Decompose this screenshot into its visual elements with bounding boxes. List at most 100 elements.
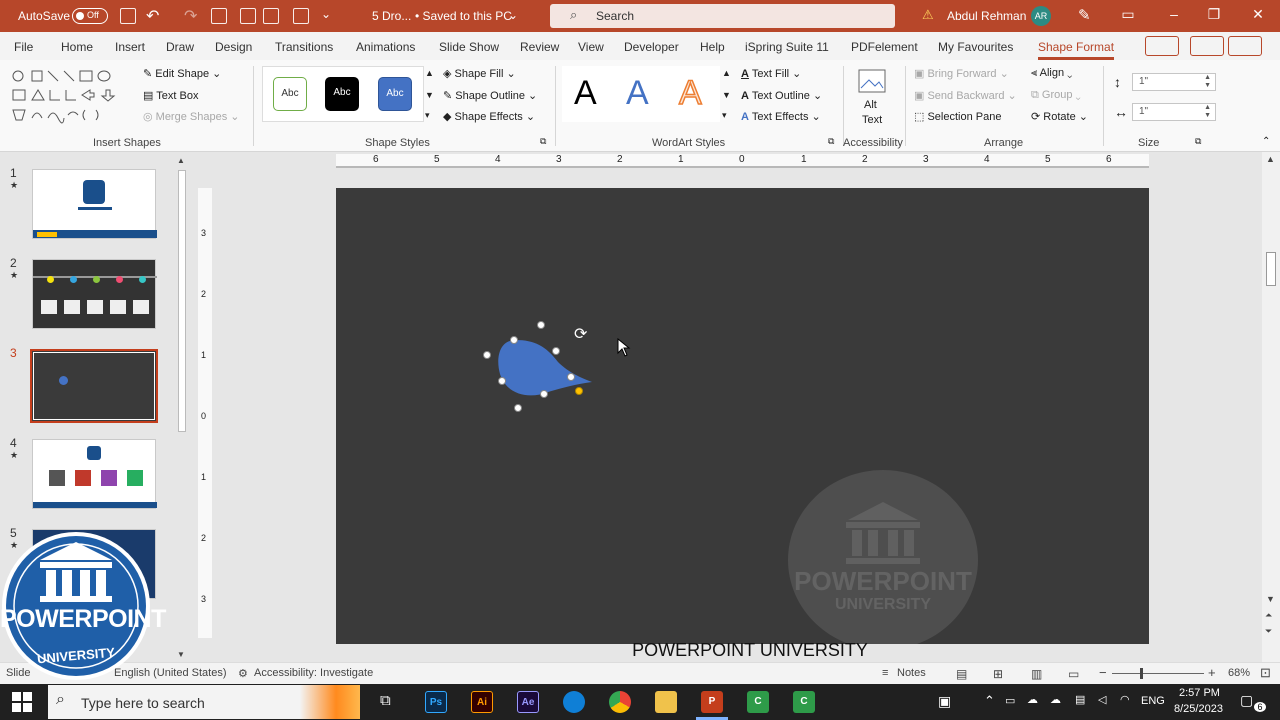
scroll-down-icon[interactable]: ▼ [177, 650, 185, 659]
resize-handle[interactable] [514, 404, 522, 412]
present-icon[interactable] [211, 8, 227, 24]
task-view-icon[interactable]: ⧉ [380, 692, 391, 709]
wordart-sample-orange[interactable]: A [678, 73, 702, 113]
dialog-launcher-icon[interactable]: ⧉ [828, 136, 834, 147]
resize-handle[interactable] [498, 377, 506, 385]
avatar[interactable]: AR [1031, 6, 1051, 26]
tray-expand-icon[interactable]: ⌃ [984, 693, 995, 709]
document-name[interactable]: 5 Dro... [372, 9, 411, 23]
dialog-launcher-icon[interactable]: ⧉ [540, 136, 546, 147]
selection-pane-button[interactable]: ⬚ Selection Pane [914, 110, 1001, 123]
taskbar-search[interactable]: ⌕ Type here to search [48, 685, 360, 719]
align-button[interactable]: ⫷ Align ⌄ [1031, 67, 1072, 80]
chevron-down-icon[interactable]: ⌄ [508, 8, 518, 22]
tab-transitions[interactable]: Transitions [275, 40, 333, 54]
scroll-up-icon[interactable]: ▲ [177, 156, 185, 165]
slideshow-icon[interactable]: ▭ [1068, 667, 1079, 681]
text-box-button[interactable]: ▤ Text Box [143, 89, 198, 102]
after-effects-icon[interactable]: Ae [517, 691, 539, 713]
tab-view[interactable]: View [578, 40, 604, 54]
pdf-icon[interactable] [263, 8, 279, 24]
photoshop-icon[interactable]: Ps [425, 691, 447, 713]
zoom-level[interactable]: 68% [1228, 667, 1250, 679]
scroll-down-icon[interactable]: ▼ [1266, 594, 1275, 604]
tab-my-favourites[interactable]: My Favourites [938, 40, 1013, 54]
style-sample-black[interactable]: Abc [325, 77, 359, 111]
tab-insert[interactable]: Insert [115, 40, 145, 54]
comments-button[interactable] [1145, 36, 1179, 56]
scroll-up-icon[interactable]: ▲ [1266, 154, 1275, 164]
wordart-sample-black[interactable]: A [574, 74, 597, 113]
edge-icon[interactable] [563, 691, 585, 713]
undo-icon[interactable]: ↶ [146, 6, 159, 26]
tab-help[interactable]: Help [700, 40, 725, 54]
shapes-gallery[interactable] [10, 68, 120, 124]
scroll-thumb[interactable] [1266, 252, 1276, 286]
file-explorer-icon[interactable] [655, 691, 677, 713]
send-backward-button[interactable]: ▣ Send Backward ⌄ [914, 89, 1017, 102]
tab-review[interactable]: Review [520, 40, 559, 54]
alt-text-button[interactable]: Alt Text [855, 68, 889, 130]
slide-thumbnail-3[interactable] [30, 349, 158, 423]
tab-pdfelement[interactable]: PDFelement [851, 40, 918, 54]
customize-qat-icon[interactable]: ⌄ [321, 7, 331, 21]
height-input[interactable]: 1" ▲ ▼ [1132, 73, 1216, 91]
scroll-thumb[interactable] [178, 170, 186, 432]
next-slide-icon[interactable]: ⏷ [1265, 626, 1272, 637]
volume-icon[interactable]: ◁ [1098, 693, 1106, 706]
battery-icon[interactable]: ▭ [1005, 694, 1015, 707]
wordart-sample-blue[interactable]: A [626, 74, 649, 113]
close-icon[interactable]: ✕ [1248, 6, 1268, 23]
resize-handle[interactable] [483, 351, 491, 359]
normal-view-icon[interactable]: ▤ [956, 667, 967, 681]
powerpoint-icon[interactable]: P [701, 691, 723, 713]
save-status[interactable]: • Saved to this PC [415, 9, 512, 23]
text-fill-button[interactable]: A Text Fill ⌄ [741, 67, 801, 80]
merge-shapes-button[interactable]: ◎ Merge Shapes ⌄ [143, 110, 239, 123]
style-sample-outline[interactable]: Abc [273, 77, 307, 111]
zoom-slider-thumb[interactable] [1140, 668, 1143, 679]
tab-draw[interactable]: Draw [166, 40, 194, 54]
slide-thumbnail-4[interactable] [32, 439, 157, 509]
camtasia-recorder-icon[interactable]: C [793, 691, 815, 713]
text-effects-button[interactable]: A Text Effects ⌄ [741, 110, 821, 123]
restore-icon[interactable]: ❐ [1204, 6, 1224, 23]
redo-icon[interactable]: ↷ [184, 6, 197, 26]
share-button[interactable] [1228, 36, 1262, 56]
pen-icon[interactable]: ✎ [1078, 6, 1091, 24]
illustrator-icon[interactable]: Ai [471, 691, 493, 713]
user-name[interactable]: Abdul Rehman [947, 9, 1026, 23]
cloud-icon[interactable]: ☁ [1050, 693, 1061, 706]
onedrive-icon[interactable]: ☁ [1027, 693, 1038, 706]
tab-shape-format[interactable]: Shape Format [1038, 40, 1115, 60]
slide-canvas[interactable]: POWERPOINT UNIVERSITY ⟳ [336, 188, 1149, 644]
network-icon[interactable]: ▤ [1075, 693, 1085, 706]
camtasia-icon[interactable]: C [747, 691, 769, 713]
editor-scrollbar[interactable]: ▲ ▼ ⏶ ⏷ [1262, 152, 1280, 662]
scroll-down-icon[interactable]: ▼ [722, 90, 731, 100]
page-icon[interactable] [293, 8, 309, 24]
tab-animations[interactable]: Animations [356, 40, 415, 54]
zoom-slider[interactable] [1112, 673, 1204, 674]
scroll-down-icon[interactable]: ▼ [425, 90, 434, 100]
more-styles-icon[interactable]: ▾ [425, 110, 430, 121]
search-box[interactable]: ⌕ Search [550, 4, 895, 28]
record-button[interactable] [1190, 36, 1224, 56]
adjust-handle[interactable] [575, 387, 583, 395]
print-icon[interactable] [240, 8, 256, 24]
clock-date[interactable]: 8/25/2023 [1174, 703, 1223, 715]
collapse-ribbon-icon[interactable]: ⌃ [1262, 136, 1270, 147]
tab-file[interactable]: File [14, 40, 33, 54]
previous-slide-icon[interactable]: ⏶ [1265, 610, 1272, 621]
bring-forward-button[interactable]: ▣ Bring Forward ⌄ [914, 67, 1009, 80]
shape-effects-button[interactable]: ◆ Shape Effects ⌄ [443, 110, 535, 123]
autosave-toggle[interactable]: Off [72, 8, 108, 24]
zoom-out-icon[interactable]: − [1099, 665, 1107, 680]
teardrop-shape[interactable] [476, 316, 616, 426]
reading-view-icon[interactable]: ▥ [1031, 667, 1042, 681]
shape-outline-button[interactable]: ✎ Shape Outline ⌄ [443, 89, 537, 102]
fit-slide-icon[interactable]: ⊡ [1260, 665, 1271, 681]
resize-handle[interactable] [510, 336, 518, 344]
minimize-icon[interactable]: – [1164, 6, 1184, 22]
tab-slide-show[interactable]: Slide Show [439, 40, 499, 54]
